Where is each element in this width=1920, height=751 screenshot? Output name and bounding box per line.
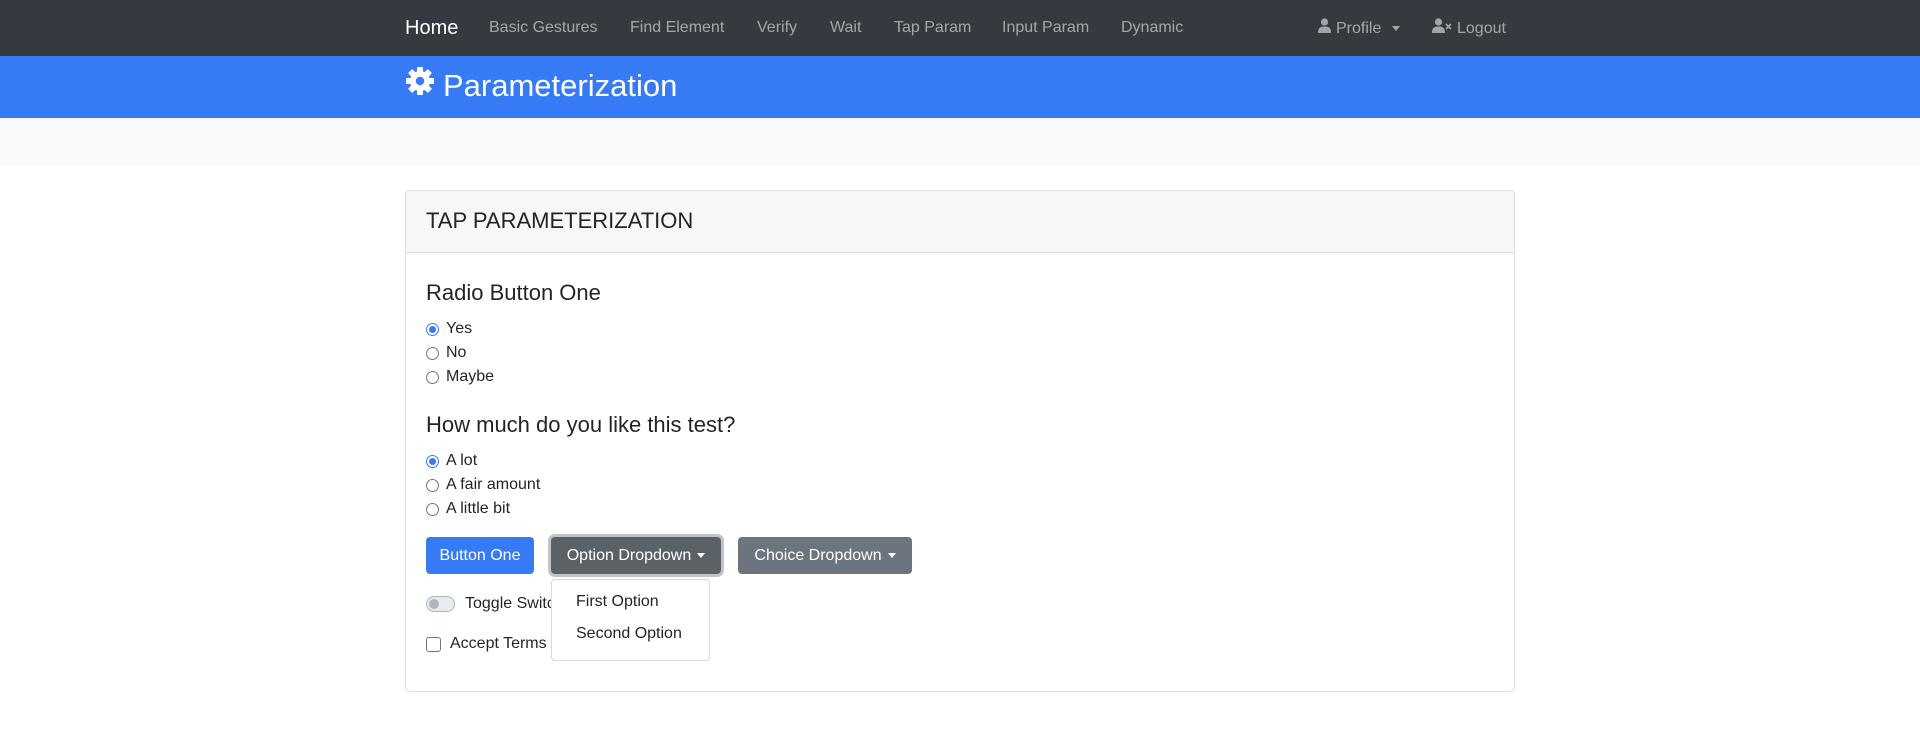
- nav-link-basic-gestures[interactable]: Basic Gestures: [489, 18, 597, 38]
- choice-dropdown-button[interactable]: Choice Dropdown: [738, 537, 912, 574]
- page-header-banner: Parameterization: [0, 56, 1920, 118]
- radio-label: A lot: [446, 452, 478, 469]
- radio-group-two-title: How much do you like this test?: [426, 412, 736, 437]
- profile-label: Profile: [1336, 19, 1382, 37]
- nav-link-verify[interactable]: Verify: [757, 18, 797, 38]
- banner-title-text: Parameterization: [443, 68, 678, 103]
- option-dropdown-label: Option Dropdown: [566, 547, 692, 564]
- radio-button[interactable]: [426, 502, 439, 516]
- radio-group-one-title: Radio Button One: [426, 280, 601, 305]
- subheader-strip: [0, 118, 1920, 165]
- nav-link-tap-param[interactable]: Tap Param: [894, 18, 971, 38]
- radio-label: A fair amount: [446, 476, 541, 493]
- logout-link[interactable]: Logout: [1432, 18, 1506, 39]
- card-header: TAP PARAMETERIZATION: [406, 191, 1514, 253]
- nav-link-wait[interactable]: Wait: [830, 18, 861, 38]
- option-dropdown-button[interactable]: Option Dropdown: [551, 537, 721, 574]
- radio-option-a-fair-amount[interactable]: A fair amount: [426, 475, 540, 495]
- toggle-switch-row[interactable]: Toggle Switch: [426, 595, 564, 613]
- radio-button[interactable]: [426, 346, 439, 360]
- user-times-icon: [1432, 18, 1452, 39]
- nav-link-input-param[interactable]: Input Param: [1002, 18, 1089, 38]
- top-navbar: Home Basic Gestures Find Element Verify …: [0, 0, 1920, 56]
- nav-link-find-element[interactable]: Find Element: [630, 18, 724, 38]
- nav-brand-home[interactable]: Home: [405, 16, 458, 40]
- radio-button[interactable]: [426, 322, 439, 336]
- radio-option-a-lot[interactable]: A lot: [426, 451, 477, 471]
- radio-option-a-little-bit[interactable]: A little bit: [426, 499, 510, 519]
- accept-terms-label: Accept Terms: [450, 635, 547, 652]
- option-dropdown-menu: First Option Second Option: [551, 579, 710, 661]
- card-title: TAP PARAMETERIZATION: [426, 208, 694, 233]
- toggle-switch[interactable]: [426, 596, 455, 612]
- accept-terms-checkbox[interactable]: [426, 636, 441, 652]
- radio-button[interactable]: [426, 370, 439, 384]
- profile-dropdown-toggle[interactable]: Profile: [1318, 18, 1401, 39]
- radio-option-maybe[interactable]: Maybe: [426, 367, 494, 387]
- chevron-down-icon: [887, 553, 896, 559]
- toggle-switch-label: Toggle Switch: [465, 595, 564, 612]
- chevron-down-icon: [697, 553, 706, 559]
- chevron-down-icon: [1392, 26, 1401, 31]
- radio-label: No: [446, 344, 467, 361]
- radio-label: A little bit: [446, 500, 511, 517]
- nav-link-dynamic[interactable]: Dynamic: [1121, 18, 1183, 38]
- radio-label: Maybe: [446, 368, 495, 385]
- page-title: Parameterization: [405, 66, 677, 106]
- user-icon: [1318, 18, 1331, 39]
- radio-option-no[interactable]: No: [426, 343, 466, 363]
- button-one[interactable]: Button One: [426, 537, 534, 574]
- accept-terms-row[interactable]: Accept Terms: [426, 635, 547, 653]
- radio-label: Yes: [446, 320, 473, 337]
- radio-option-yes[interactable]: Yes: [426, 319, 472, 339]
- gear-icon: [405, 66, 435, 106]
- tap-parameterization-card: TAP PARAMETERIZATION Radio Button One Ye…: [405, 190, 1515, 692]
- logout-label: Logout: [1457, 19, 1506, 37]
- dropdown-item-first-option[interactable]: First Option: [576, 592, 659, 612]
- choice-dropdown-label: Choice Dropdown: [754, 547, 882, 564]
- radio-button[interactable]: [426, 478, 439, 492]
- dropdown-item-second-option[interactable]: Second Option: [576, 624, 682, 644]
- radio-button[interactable]: [426, 454, 439, 468]
